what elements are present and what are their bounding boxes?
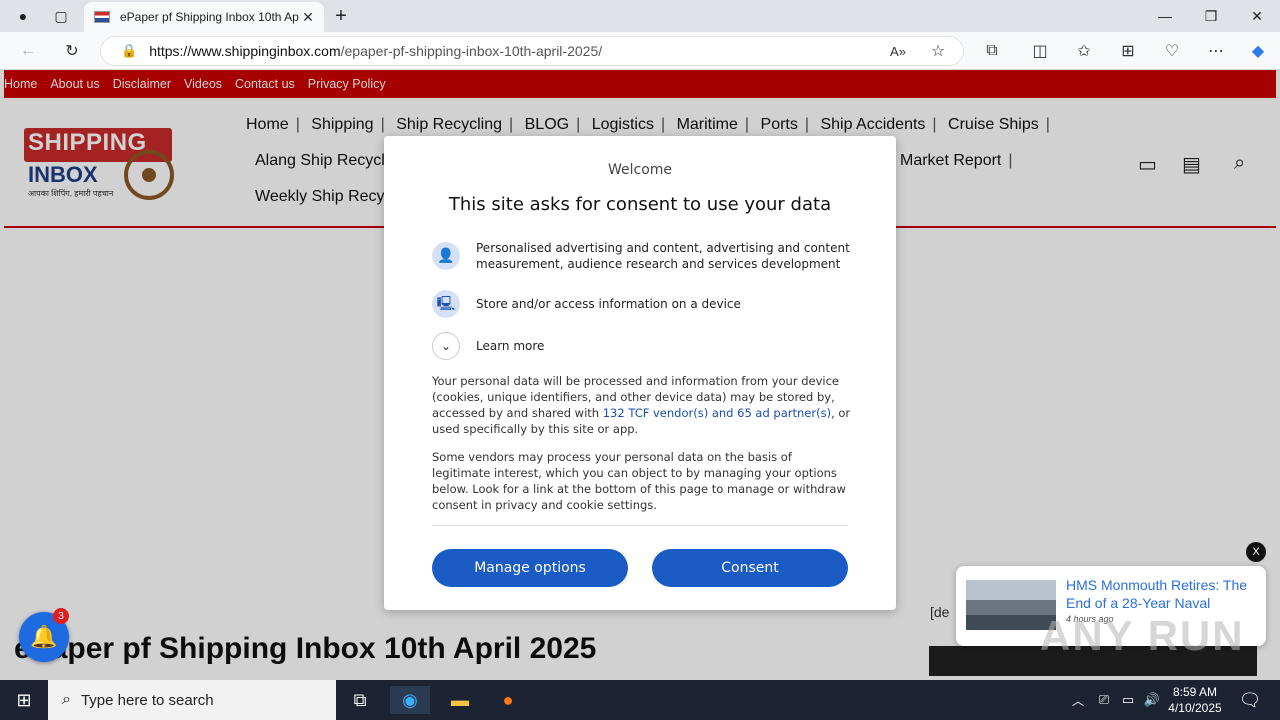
vendors-link[interactable]: 132 TCF vendor(s) and 65 ad partner(s): [603, 406, 831, 420]
lock-icon: 🔒: [121, 43, 138, 58]
action-center-icon[interactable]: 🗨: [1236, 686, 1264, 714]
more-options-icon[interactable]: ⋯: [1202, 38, 1230, 64]
read-aloud-icon[interactable]: A»: [884, 38, 912, 64]
browser-toolbar: ← ↻ 🔒 https://www.shippinginbox.com /epa…: [0, 32, 1280, 70]
favorites-icon[interactable]: ✩: [1070, 38, 1098, 64]
notification-badge: 3: [53, 608, 69, 624]
windows-start-icon[interactable]: ⊞: [10, 686, 38, 714]
windows-taskbar: ⊞ ⌕ Type here to search ⧉ ◉ ▬ ● ︿ ⎚ ▭ 🔊 …: [0, 680, 1280, 720]
consent-button[interactable]: Consent: [652, 549, 848, 587]
show-hidden-icons-icon[interactable]: ︿: [1064, 686, 1092, 714]
clock-time: 8:59 AM: [1172, 685, 1218, 699]
notification-bell-button[interactable]: 🔔 3: [19, 608, 69, 662]
url-host: https://www.shippinginbox.com: [149, 43, 341, 59]
search-icon: ⌕: [62, 691, 71, 708]
dialog-heading: This site asks for consent to use your d…: [448, 194, 832, 215]
browser-tab-bar: ● ▢ ePaper pf Shipping Inbox 10th Ap ✕ +…: [0, 0, 1280, 32]
clock-date: 4/10/2025: [1168, 701, 1222, 715]
minimize-icon[interactable]: —: [1142, 0, 1188, 32]
browser-tab[interactable]: ePaper pf Shipping Inbox 10th Ap ✕: [84, 2, 324, 32]
file-explorer-icon[interactable]: ▬: [446, 686, 474, 714]
task-view-icon[interactable]: ⧉: [346, 686, 374, 714]
copilot-icon[interactable]: ◆: [1244, 38, 1272, 64]
consent-paragraph-2: Some vendors may process your personal d…: [432, 450, 846, 512]
site-favicon-icon: [94, 11, 110, 23]
window-close-icon[interactable]: ✕: [1234, 0, 1280, 32]
watermark-text: ANY RUN: [1040, 612, 1245, 659]
tab-title: ePaper pf Shipping Inbox 10th Ap: [120, 10, 299, 24]
tab-close-icon[interactable]: ✕: [300, 9, 316, 26]
device-icon: 🖳: [432, 290, 460, 318]
consent-paragraph-1: Your personal data will be processed and…: [432, 373, 852, 437]
back-icon[interactable]: ←: [14, 38, 42, 64]
taskbar-search-placeholder: Type here to search: [80, 691, 214, 709]
chevron-down-icon[interactable]: ⌄: [432, 332, 460, 360]
taskbar-clock[interactable]: 8:59 AM 4/10/2025: [1160, 684, 1230, 716]
refresh-icon[interactable]: ↻: [58, 38, 86, 64]
news-headline[interactable]: HMS Monmouth Retires: The End of a 28-Ye…: [1066, 576, 1256, 612]
address-bar[interactable]: 🔒 https://www.shippinginbox.com /epaper-…: [100, 36, 964, 66]
restore-icon[interactable]: ❐: [1188, 0, 1234, 32]
edge-taskbar-icon[interactable]: ◉: [390, 686, 430, 714]
dialog-welcome: Welcome: [607, 162, 673, 178]
dialog-divider: [432, 525, 848, 526]
favorite-star-icon[interactable]: ☆: [924, 38, 952, 64]
new-tab-icon[interactable]: +: [318, 0, 364, 32]
collections-icon[interactable]: ⊞: [1114, 38, 1142, 64]
purpose-advertising: 👤 Personalised advertising and content, …: [432, 240, 852, 272]
manage-options-button[interactable]: Manage options: [432, 549, 628, 587]
tab-actions-icon[interactable]: ▢: [38, 0, 84, 32]
bell-icon: 🔔: [30, 624, 58, 649]
firefox-icon[interactable]: ●: [494, 686, 522, 714]
consent-dialog: Welcome This site asks for consent to us…: [384, 136, 896, 610]
split-screen-icon[interactable]: ◫: [1026, 38, 1054, 64]
person-icon: 👤: [432, 242, 460, 270]
extensions-icon[interactable]: ⧉: [978, 38, 1006, 64]
purpose-device-storage: 🖳 Store and/or access information on a d…: [432, 290, 741, 318]
url-path: /epaper-pf-shipping-inbox-10th-april-202…: [340, 43, 603, 59]
purpose-advertising-text: Personalised advertising and content, ad…: [476, 241, 850, 271]
browser-essentials-icon[interactable]: ♡: [1158, 38, 1186, 64]
learn-more-label[interactable]: Learn more: [476, 338, 544, 354]
purpose-storage-text: Store and/or access information on a dev…: [476, 297, 741, 311]
news-popup-close-button[interactable]: X: [1246, 542, 1266, 562]
learn-more-toggle[interactable]: ⌄ Learn more: [432, 332, 544, 360]
taskbar-search[interactable]: ⌕ Type here to search: [48, 680, 336, 720]
